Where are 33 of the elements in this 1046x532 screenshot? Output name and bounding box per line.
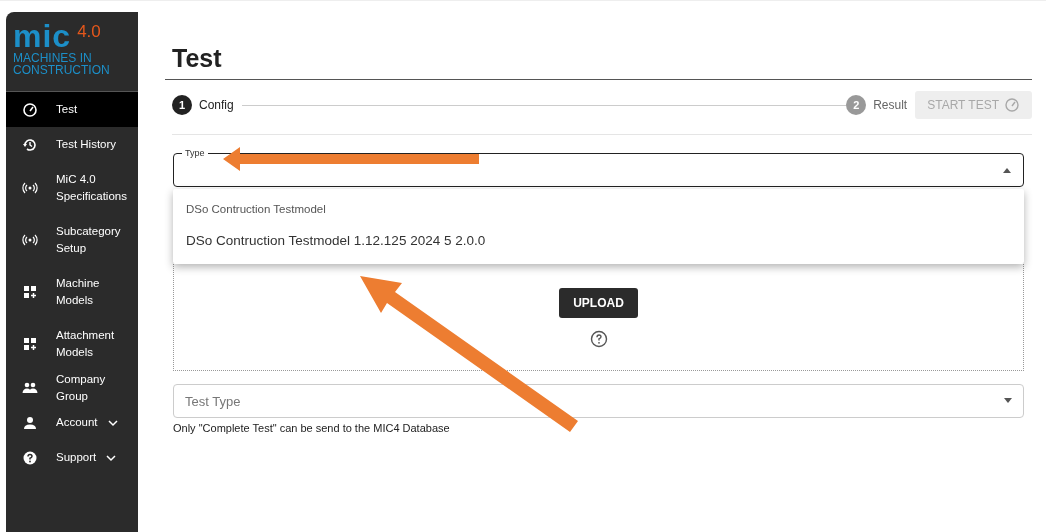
helper-text: Only "Complete Test" can be send to the MIC4 Database <box>173 422 451 434</box>
page-title: Test <box>172 43 223 73</box>
test-type-select[interactable]: Test Type <box>173 384 1024 418</box>
caret-icon <box>1003 168 1011 173</box>
logo-tagline: MACHINES IN CONSTRUCTION <box>13 52 111 76</box>
grid-plus-icon <box>22 284 38 300</box>
sidebar-item[interactable]: Company Group <box>6 370 138 405</box>
gauge-icon <box>1004 97 1020 113</box>
logo-version: 4.0 <box>77 22 101 42</box>
help-icon <box>22 449 38 466</box>
signal-icon <box>22 232 38 248</box>
sidebar-item[interactable]: Attachment Models <box>6 318 138 370</box>
step-number: 2 <box>846 95 867 115</box>
sidebar-item[interactable]: Support <box>6 440 138 475</box>
history-icon <box>22 136 38 153</box>
step-number: 1 <box>172 95 192 115</box>
sidebar-item[interactable]: MiC 4.0 Specifications <box>6 162 138 214</box>
step-label: Result <box>873 98 908 112</box>
sidebar-item[interactable]: Test <box>6 92 138 127</box>
help-icon[interactable] <box>589 330 608 348</box>
step-label: Config <box>199 98 234 112</box>
signal-icon <box>22 180 38 196</box>
sidebar-item[interactable]: Account <box>6 405 138 440</box>
sidebar-item[interactable]: Machine Models <box>6 266 138 318</box>
sidebar-item[interactable]: Subcategory Setup <box>6 214 138 266</box>
gauge-icon <box>22 101 38 118</box>
caret-icon <box>1004 398 1012 403</box>
grid-plus-icon <box>22 336 38 352</box>
menu-group-header: DSo Contruction Testmodel <box>185 202 327 217</box>
person-icon <box>22 414 38 431</box>
upload-button[interactable]: UPLOAD <box>559 288 638 318</box>
sidebar-item[interactable]: Test History <box>6 127 138 162</box>
logo-mark: mic <box>13 22 72 50</box>
